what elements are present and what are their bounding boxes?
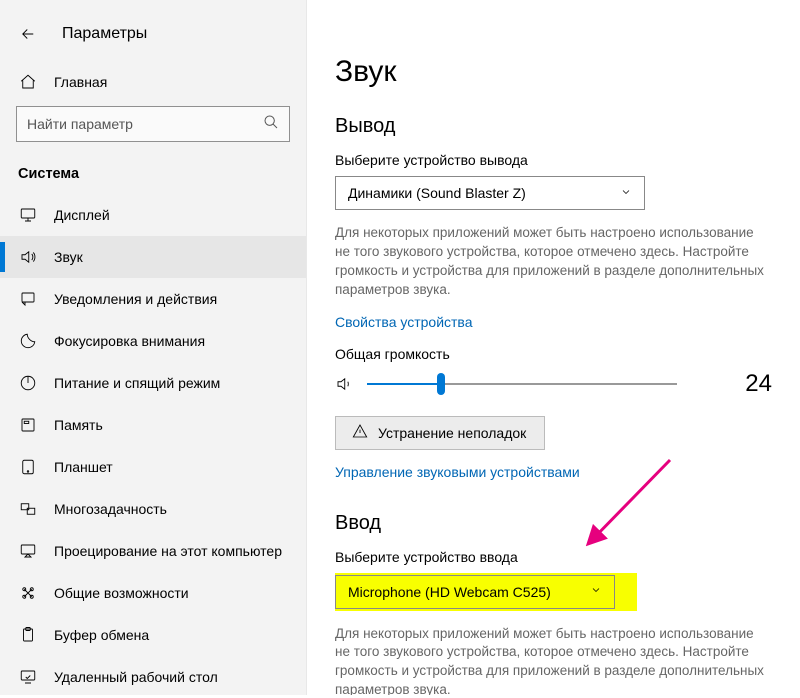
sidebar-item-shared[interactable]: Общие возможности [0,572,306,614]
output-section-title: Вывод [335,115,780,138]
sidebar-item-label: Проецирование на этот компьютер [54,543,282,559]
manage-sound-devices-link[interactable]: Управление звуковыми устройствами [335,464,580,480]
troubleshoot-button[interactable]: Устранение неполадок [335,416,545,450]
speaker-icon[interactable] [335,375,353,393]
sidebar-item-project[interactable]: Проецирование на этот компьютер [0,530,306,572]
output-device-dropdown[interactable]: Динамики (Sound Blaster Z) [335,176,645,210]
nav-list: Дисплей Звук Уведомления и действия Фокусир… [0,194,306,698]
display-icon [18,205,38,225]
sidebar-item-focus[interactable]: Фокусировка внимания [0,320,306,362]
sidebar-item-label: Планшет [54,459,113,475]
sound-icon [18,247,38,267]
sidebar-item-label: Фокусировка внимания [54,333,205,349]
top-row: Параметры [0,0,306,50]
slider-thumb [437,373,445,395]
output-device-value: Динамики (Sound Blaster Z) [348,185,526,201]
multi-icon [18,499,38,519]
output-help-text: Для некоторых приложений может быть наст… [335,224,765,300]
search-box[interactable] [16,106,290,142]
input-help-text: Для некоторых приложений может быть наст… [335,625,765,695]
chevron-down-icon [620,186,632,201]
main-content: Звук Вывод Выберите устройство вывода Ди… [335,55,780,695]
sidebar-item-display[interactable]: Дисплей [0,194,306,236]
sidebar-item-label: Уведомления и действия [54,291,217,307]
sidebar: Параметры Главная Система Дисплей Звук Уве… [0,0,307,695]
search-icon [263,114,279,135]
page-title: Звук [335,55,780,89]
project-icon [18,541,38,561]
home-label: Главная [54,74,107,90]
sidebar-item-multi[interactable]: Многозадачность [0,488,306,530]
master-volume-slider[interactable] [367,373,677,395]
input-section-title: Ввод [335,512,780,535]
shared-icon [18,583,38,603]
slider-fill [367,383,441,385]
sidebar-item-label: Питание и спящий режим [54,375,220,391]
master-volume-value: 24 [745,370,780,398]
home-icon [18,72,38,92]
app-title: Параметры [62,25,147,43]
home-nav[interactable]: Главная [0,50,306,92]
master-volume-label: Общая громкость [335,346,780,362]
sidebar-item-label: Удаленный рабочий стол [54,669,218,685]
power-icon [18,373,38,393]
notify-icon [18,289,38,309]
sidebar-item-label: Буфер обмена [54,627,149,643]
tablet-icon [18,457,38,477]
output-device-properties-link[interactable]: Свойства устройства [335,314,473,330]
troubleshoot-label: Устранение неполадок [378,425,526,441]
category-title: Система [0,142,306,182]
input-highlight: Microphone (HD Webcam C525) [335,573,637,611]
remote-icon [18,667,38,687]
sidebar-item-clipboard[interactable]: Буфер обмена [0,614,306,656]
back-icon[interactable] [12,18,44,50]
sidebar-item-label: Память [54,417,103,433]
sidebar-item-power[interactable]: Питание и спящий режим [0,362,306,404]
sidebar-item-tablet[interactable]: Планшет [0,446,306,488]
sidebar-item-label: Дисплей [54,207,110,223]
sidebar-item-label: Общие возможности [54,585,189,601]
output-device-label: Выберите устройство вывода [335,152,780,168]
sidebar-item-storage[interactable]: Память [0,404,306,446]
focus-icon [18,331,38,351]
sidebar-item-sound[interactable]: Звук [0,236,306,278]
sidebar-item-label: Многозадачность [54,501,167,517]
storage-icon [18,415,38,435]
input-device-label: Выберите устройство ввода [335,549,780,565]
warning-icon [352,423,368,442]
clipboard-icon [18,625,38,645]
sidebar-item-label: Звук [54,249,83,265]
sidebar-item-remote[interactable]: Удаленный рабочий стол [0,656,306,698]
chevron-down-icon [590,584,602,599]
input-device-value: Microphone (HD Webcam C525) [348,584,551,600]
input-device-dropdown[interactable]: Microphone (HD Webcam C525) [335,575,615,609]
sidebar-item-notify[interactable]: Уведомления и действия [0,278,306,320]
search-input[interactable] [27,116,263,132]
